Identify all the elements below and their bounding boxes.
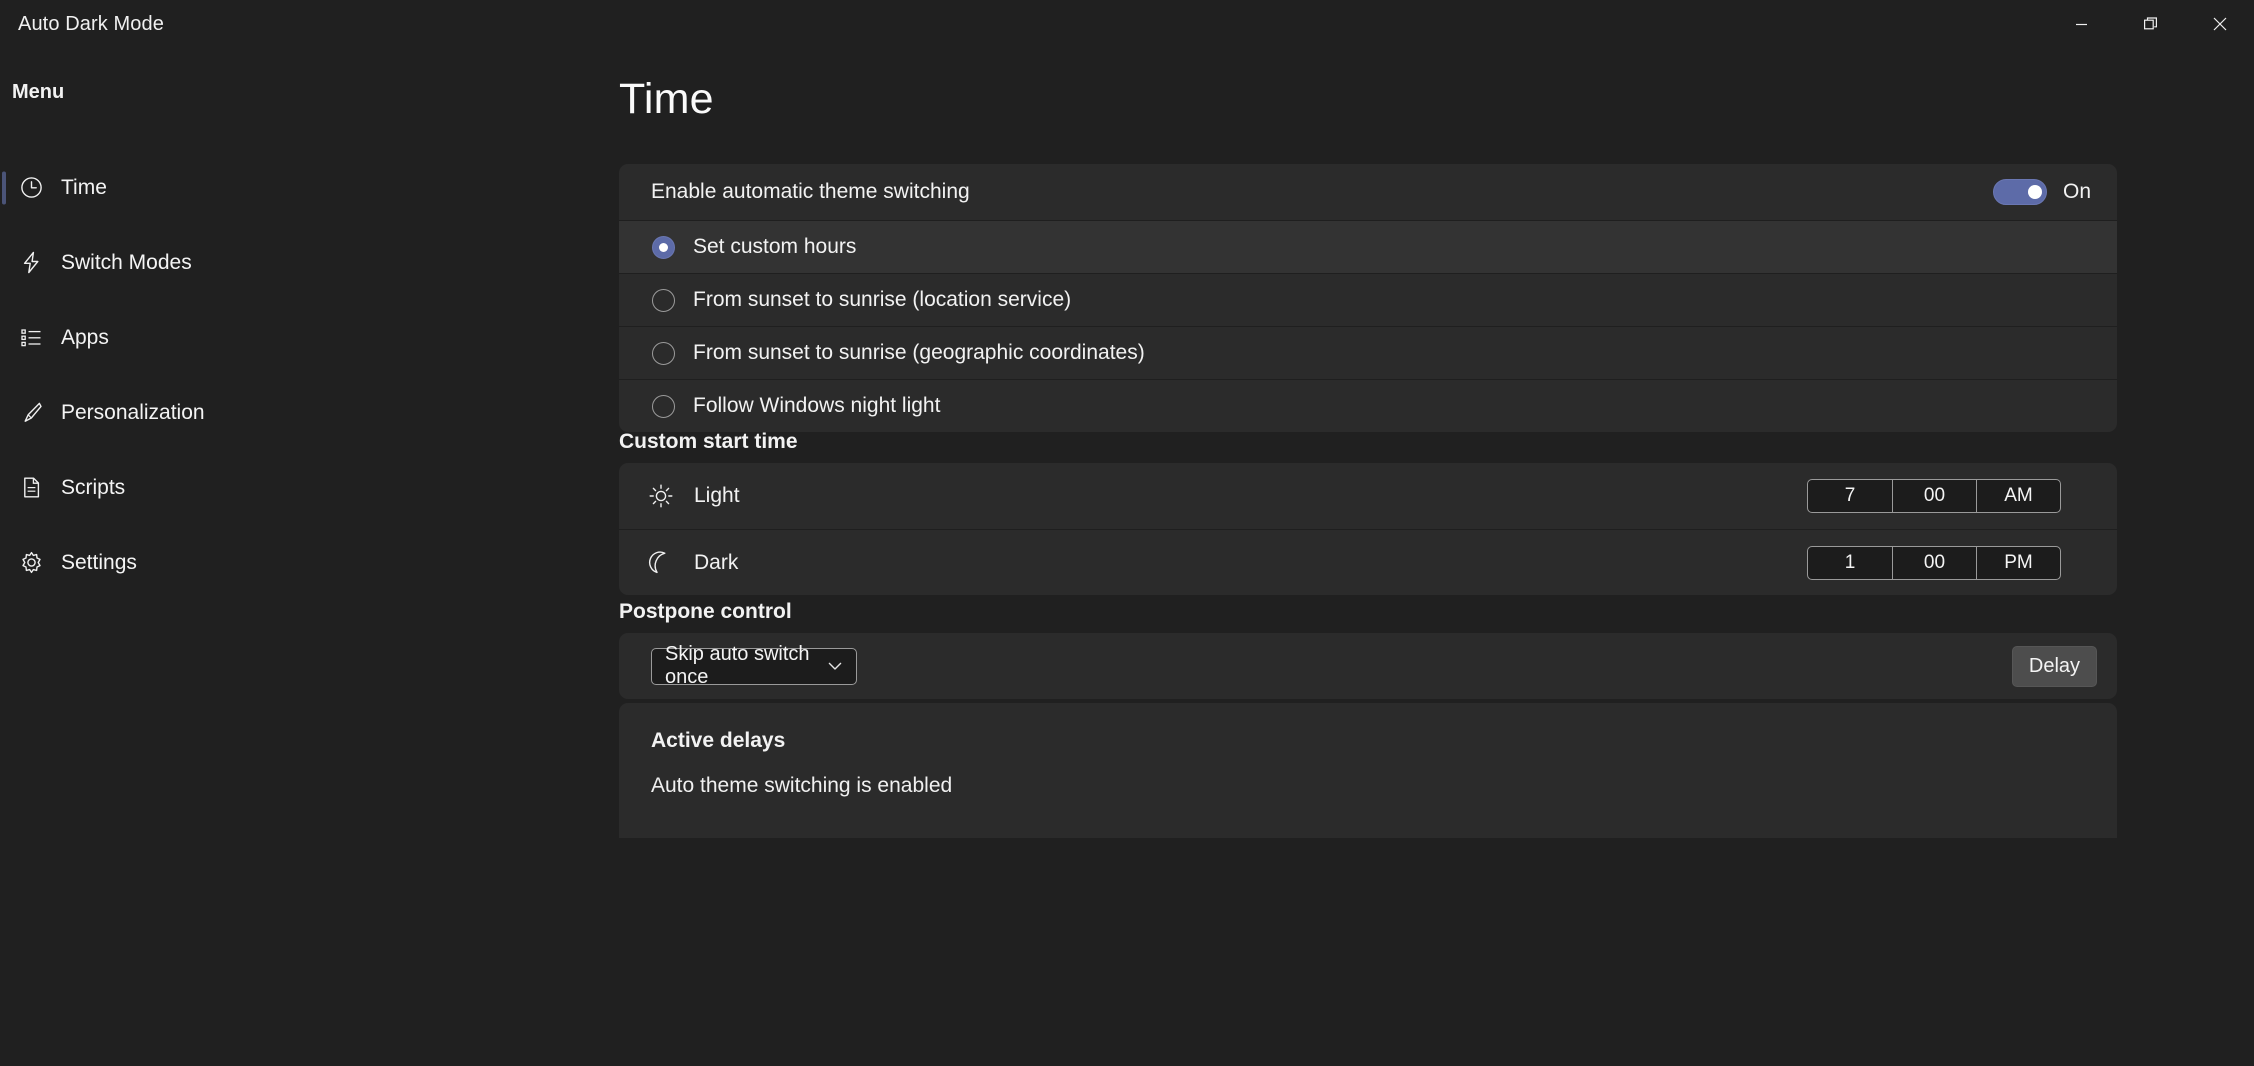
light-minute-field[interactable]: 00 xyxy=(1892,480,1976,512)
postpone-dropdown-value: Skip auto switch once xyxy=(665,643,810,688)
radio-option-label: From sunset to sunrise (location service… xyxy=(693,288,1072,311)
minimize-icon xyxy=(2075,18,2088,31)
toggle-state-label: On xyxy=(2062,180,2091,203)
restore-button[interactable] xyxy=(2116,0,2185,48)
window-controls xyxy=(2047,0,2254,48)
sidebar-item-label: Time xyxy=(61,175,107,199)
radio-option-custom-hours[interactable]: Set custom hours xyxy=(619,220,2117,273)
dark-row-label-group: Dark xyxy=(647,549,738,577)
brush-icon xyxy=(10,400,52,425)
delay-button[interactable]: Delay xyxy=(2012,645,2097,687)
custom-start-time-heading: Custom start time xyxy=(619,430,798,453)
light-label: Light xyxy=(694,484,740,507)
content-area: Time Enable automatic theme switching On… xyxy=(600,48,2254,1066)
restore-icon xyxy=(2143,17,2158,31)
clock-icon xyxy=(10,175,52,200)
dark-meridiem-field[interactable]: PM xyxy=(1976,546,2060,579)
radio-button[interactable] xyxy=(652,394,675,418)
light-time-row: Light 7 00 AM xyxy=(619,463,2117,529)
postpone-control-card: Skip auto switch once Delay xyxy=(619,633,2117,699)
dark-hour-field[interactable]: 1 xyxy=(1808,547,1892,579)
lightning-icon xyxy=(10,250,52,275)
active-delays-title: Active delays xyxy=(651,729,786,752)
selection-indicator xyxy=(2,171,6,204)
moon-icon xyxy=(647,549,675,577)
sidebar-item-label: Personalization xyxy=(61,400,205,424)
radio-option-label: Follow Windows night light xyxy=(693,394,941,417)
sidebar-item-label: Apps xyxy=(61,325,109,349)
radio-option-label: From sunset to sunrise (geographic coord… xyxy=(693,341,1145,364)
app-title: Auto Dark Mode xyxy=(18,12,164,35)
sun-icon xyxy=(647,482,675,510)
sidebar-heading: Menu xyxy=(12,81,65,103)
sidebar: Menu Time Switch Modes Apps Personalizat… xyxy=(0,48,600,1066)
radio-option-night-light[interactable]: Follow Windows night light xyxy=(619,379,2117,432)
light-hour-field[interactable]: 7 xyxy=(1808,480,1892,512)
close-button[interactable] xyxy=(2185,0,2254,48)
dark-time-picker[interactable]: 1 00 PM xyxy=(1807,545,2061,580)
active-delays-content: Active delays Auto theme switching is en… xyxy=(619,703,2117,838)
postpone-dropdown[interactable]: Skip auto switch once xyxy=(651,643,857,688)
active-delays-card: Active delays Auto theme switching is en… xyxy=(619,703,2117,838)
sidebar-item-scripts[interactable]: Scripts xyxy=(0,450,600,525)
minimize-button[interactable] xyxy=(2047,0,2116,48)
gear-icon xyxy=(10,550,52,575)
postpone-control-heading: Postpone control xyxy=(619,600,792,623)
radio-option-geographic-coordinates[interactable]: From sunset to sunrise (geographic coord… xyxy=(619,326,2117,379)
dark-time-row: Dark 1 00 PM xyxy=(619,529,2117,595)
postpone-row: Skip auto switch once Delay xyxy=(619,633,2117,699)
active-delays-status: Auto theme switching is enabled xyxy=(651,774,953,797)
light-row-label-group: Light xyxy=(647,482,740,510)
enable-switching-toggle[interactable] xyxy=(1992,179,2047,205)
sidebar-item-switch-modes[interactable]: Switch Modes xyxy=(0,225,600,300)
sidebar-nav: Time Switch Modes Apps Personalization S… xyxy=(0,150,600,600)
light-time-picker[interactable]: 7 00 AM xyxy=(1807,479,2061,513)
sidebar-item-settings[interactable]: Settings xyxy=(0,525,600,600)
list-icon xyxy=(10,325,52,350)
sidebar-item-personalization[interactable]: Personalization xyxy=(0,375,600,450)
title-bar: Auto Dark Mode xyxy=(0,0,2254,48)
sidebar-item-time[interactable]: Time xyxy=(0,150,600,225)
dark-label: Dark xyxy=(694,550,739,574)
close-icon xyxy=(2213,17,2227,31)
enable-switching-label: Enable automatic theme switching xyxy=(651,180,970,203)
radio-button[interactable] xyxy=(652,341,675,365)
radio-button[interactable] xyxy=(652,288,675,312)
toggle-thumb xyxy=(2027,185,2042,199)
sidebar-item-label: Scripts xyxy=(61,475,126,499)
light-meridiem-field[interactable]: AM xyxy=(1976,480,2060,512)
sidebar-item-apps[interactable]: Apps xyxy=(0,300,600,375)
sidebar-item-label: Settings xyxy=(61,550,137,574)
document-icon xyxy=(10,475,52,500)
radio-button[interactable] xyxy=(652,235,675,259)
theme-switching-card: Enable automatic theme switching On Set … xyxy=(619,164,2117,432)
radio-option-location-service[interactable]: From sunset to sunrise (location service… xyxy=(619,273,2117,326)
chevron-down-icon xyxy=(826,657,844,675)
sidebar-item-label: Switch Modes xyxy=(61,250,192,274)
enable-switching-row[interactable]: Enable automatic theme switching On xyxy=(619,164,2117,220)
dark-minute-field[interactable]: 00 xyxy=(1892,546,1976,579)
app-window: Auto Dark Mode Menu Time Switch Modes Ap… xyxy=(0,0,2254,1066)
radio-option-label: Set custom hours xyxy=(693,235,857,258)
custom-start-time-card: Light 7 00 AM Dark 1 00 PM xyxy=(619,463,2117,595)
page-title: Time xyxy=(619,75,714,123)
toggle-group: On xyxy=(1992,179,2091,205)
radio-dot xyxy=(659,242,668,252)
